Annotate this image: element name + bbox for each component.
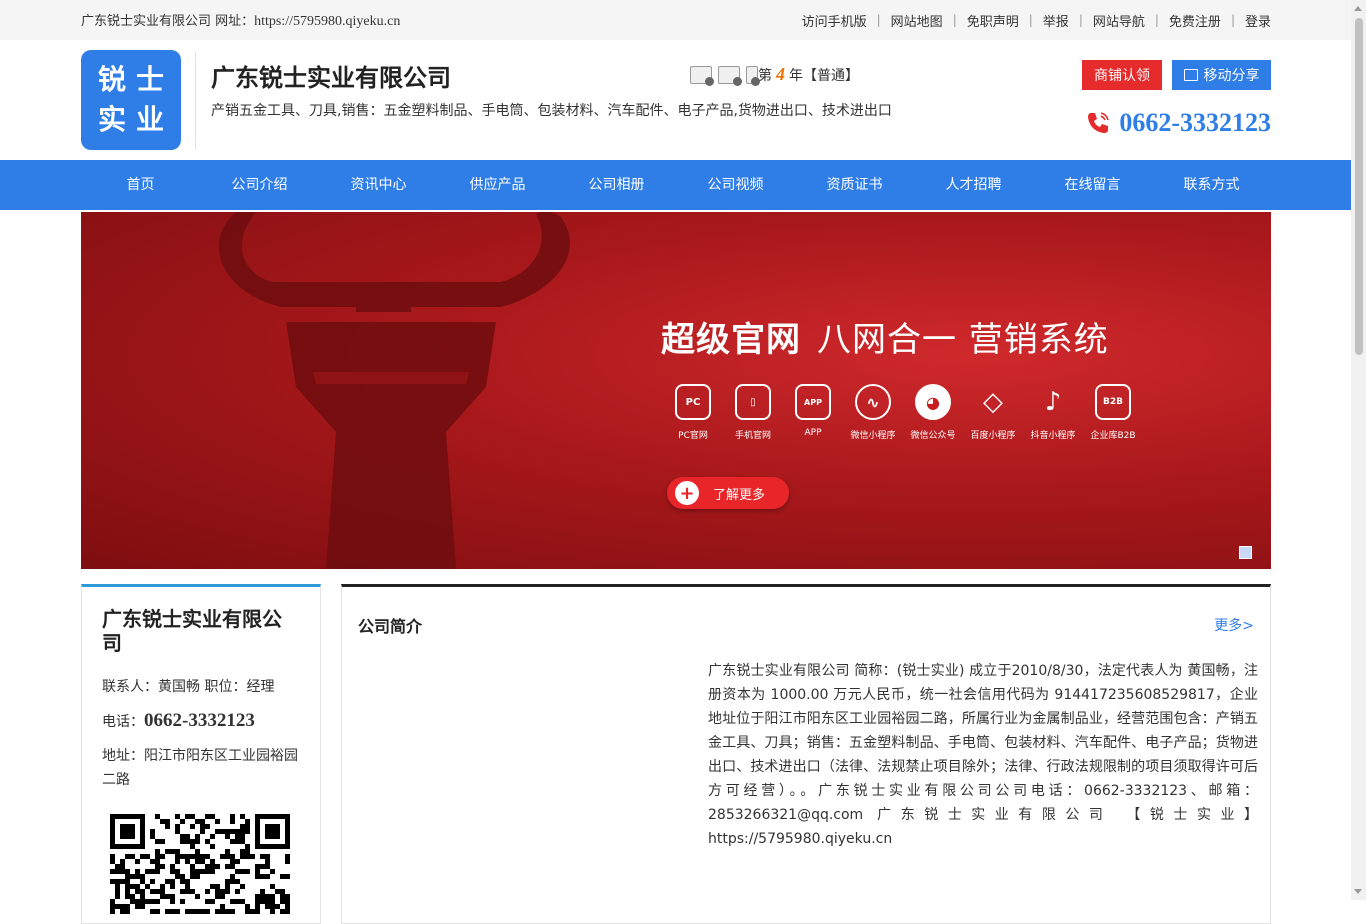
banner-title: 超级官网 八网合一 营销系统 [661,320,1109,360]
hero-banner[interactable]: 超级官网 八网合一 营销系统 PC PC官网 ▯ 手机官网 APP APP ∿ 微信小程序… [81,212,1271,569]
link-mobile[interactable]: 访问手机版 [802,11,867,30]
header-phone: 0662-3332123 [1085,108,1271,138]
more-link[interactable]: 更多> [1214,615,1254,635]
site-url[interactable]: https://5795980.qiyeku.cn [254,14,400,29]
wechat-icon: ◕ [915,384,951,420]
learn-more-button[interactable]: + 了解更多 [667,477,789,509]
douyin-miniprogram-item: ♪ 抖音小程序 [1023,384,1083,441]
scroll-up-arrow[interactable] [1354,6,1362,11]
section-title: 公司简介 [358,617,423,636]
baidu-miniprogram-item: ◇ 百度小程序 [963,384,1023,441]
share-icon [1183,69,1198,81]
license-icon [690,65,714,86]
nav-products[interactable]: 供应产品 [438,160,557,210]
company-logo[interactable]: 锐士 实业 [81,50,181,150]
scroll-down-arrow[interactable] [1354,889,1362,894]
mobile-share-button[interactable]: 移动分享 [1172,60,1271,90]
verified-icon [746,65,760,86]
bull-head-graphic [218,212,570,569]
tiktok-icon: ♪ [1044,387,1062,417]
sidebar-address: 地址：阳江市阳东区工业园裕园二路 [102,748,298,788]
nav-contact[interactable]: 联系方式 [1152,160,1271,210]
site-info: 广东锐士实业有限公司 网址：https://5795980.qiyeku.cn [81,10,400,30]
top-links: 访问手机版 | 网站地图 | 免职声明 | 举报 | 网站导航 | 免费注册 | 登录 [802,11,1271,30]
contact-person: 联系人：黄国畅 职位：经理 [102,679,275,695]
sidebar-phone-row: 电话：0662-3332123 [102,709,300,734]
membership-badges: 第 4 年【普通】 [690,64,859,86]
claim-shop-button[interactable]: 商铺认领 [1082,60,1162,90]
qr-code [110,814,290,914]
link-navigation[interactable]: 网站导航 [1093,11,1145,30]
b2b-item: B2B 企业库B2B [1083,384,1143,441]
link-disclaimer[interactable]: 免职声明 [967,11,1019,30]
plus-icon: + [675,481,699,505]
nav-about[interactable]: 公司介绍 [200,160,319,210]
mobile-share-label: 移动分享 [1203,68,1260,84]
sidebar-phone: 0662-3332123 [144,710,255,731]
nav-video[interactable]: 公司视频 [676,160,795,210]
year-suffix: 年【普通】 [789,67,859,84]
nav-news[interactable]: 资讯中心 [319,160,438,210]
nav-message[interactable]: 在线留言 [1033,160,1152,210]
wechat-official-item: ◕ 微信公众号 [903,384,963,441]
site-label: 广东锐士实业有限公司 网址： [81,14,255,29]
nav-home[interactable]: 首页 [81,160,200,210]
link-report[interactable]: 举报 [1043,11,1069,30]
miniprogram-icon: ∿ [855,384,891,420]
intro-text: 广东锐士实业有限公司 简称：(锐士实业) 成立于2010/8/30，法定代表人为… [708,663,1258,847]
phone-label: 电话： [102,714,144,730]
b2b-store-icon: B2B [1095,384,1131,420]
nav-jobs[interactable]: 人才招聘 [914,160,1033,210]
link-register[interactable]: 免费注册 [1169,11,1221,30]
learn-more-label: 了解更多 [713,487,766,503]
nav-album[interactable]: 公司相册 [557,160,676,210]
scroll-thumb[interactable] [1355,18,1363,355]
wechat-miniprogram-item: ∿ 微信小程序 [843,384,903,441]
mobile-site-item: ▯ 手机官网 [723,384,783,441]
certificate-icon [718,65,742,86]
divider [195,52,196,150]
link-login[interactable]: 登录 [1245,11,1271,30]
header: 锐士 实业 广东锐士实业有限公司 产销五金工具、刀具,销售：五金塑料制品、手电筒… [0,40,1366,160]
contact-sidebar: 广东锐士实业有限公司 联系人：黄国畅 职位：经理 电话：0662-3332123… [81,584,321,924]
pc-site-item: PC PC官网 [663,384,723,441]
page-scrollbar[interactable] [1351,0,1366,900]
monitor-icon: PC [675,384,711,420]
nav-certificates[interactable]: 资质证书 [795,160,914,210]
baidu-icon: ◇ [983,387,1003,417]
app-icon: APP [795,384,831,420]
top-bar: 广东锐士实业有限公司 网址：https://5795980.qiyeku.cn … [0,0,1366,40]
company-description: 产销五金工具、刀具,销售：五金塑料制品、手电筒、包装材料、汽车配件、电子产品,货… [211,103,892,119]
company-intro-panel: 公司简介 更多> 广东锐士实业有限公司 简称：(锐士实业) 成立于2010/8/… [341,584,1271,924]
main-nav: 首页 公司介绍 资讯中心 供应产品 公司相册 公司视频 资质证书 人才招聘 在线… [0,160,1366,210]
slide-indicator[interactable] [1239,546,1252,559]
link-sitemap[interactable]: 网站地图 [891,11,943,30]
phone-icon [1088,112,1110,133]
header-phone-number: 0662-3332123 [1119,108,1271,137]
year-prefix: 第 [758,67,772,84]
sidebar-company-name: 广东锐士实业有限公司 [102,607,282,655]
company-name: 广东锐士实业有限公司 [211,64,451,92]
app-item: APP APP [783,384,843,441]
phone-icon: ▯ [735,384,771,420]
year-number: 4 [776,64,785,84]
banner-icons: PC PC官网 ▯ 手机官网 APP APP ∿ 微信小程序 ◕ 微信公众号 ◇ 百度小程序… [663,384,1143,441]
